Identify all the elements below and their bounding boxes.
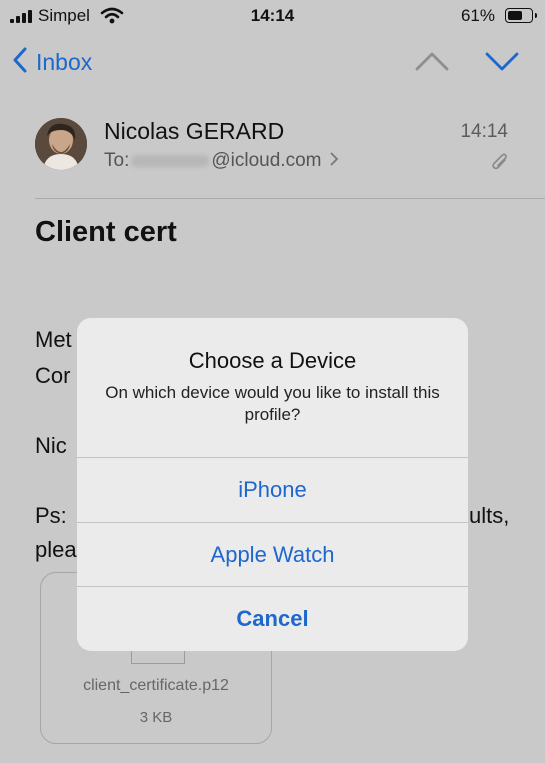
next-message-button[interactable] [484, 50, 520, 77]
redacted-address [131, 155, 210, 167]
battery-percent: 61% [460, 6, 495, 25]
sender-name[interactable]: Nicolas GERARD [104, 118, 284, 145]
status-bar: Simpel 14:14 61% [0, 0, 545, 32]
choose-device-alert: Choose a Device On which device would yo… [77, 318, 468, 651]
mail-time: 14:14 [460, 121, 508, 142]
mail-subject: Client cert [35, 216, 177, 248]
chevron-left-icon [12, 47, 28, 78]
chevron-right-icon [330, 150, 339, 172]
alert-message: On which device would you like to instal… [105, 383, 440, 424]
previous-message-button[interactable] [414, 50, 450, 77]
paperclip-icon [491, 151, 509, 178]
sender-avatar[interactable] [35, 118, 87, 170]
body-text: Ps: [35, 503, 67, 528]
back-button-label: Inbox [36, 48, 93, 75]
apple-watch-button[interactable]: Apple Watch [77, 523, 468, 587]
alert-title: Choose a Device [188, 348, 357, 373]
attachment-filename: client_certificate.p12 [83, 677, 229, 694]
attachment-size: 3 KB [139, 709, 173, 726]
battery-icon [505, 8, 537, 23]
body-text: ults, [469, 503, 510, 528]
cancel-button[interactable]: Cancel [77, 587, 468, 651]
body-text: plea [35, 537, 77, 562]
body-text: Met [35, 327, 72, 352]
header-divider [35, 198, 545, 199]
iphone-button[interactable]: iPhone [77, 458, 468, 522]
recipient-domain: @icloud.com [211, 150, 322, 171]
body-text: Cor [35, 363, 71, 388]
back-button[interactable]: Inbox [12, 44, 92, 80]
recipient-line[interactable]: To: @icloud.com [104, 150, 339, 172]
to-label: To: [104, 150, 130, 171]
body-text: Nic [35, 433, 67, 458]
